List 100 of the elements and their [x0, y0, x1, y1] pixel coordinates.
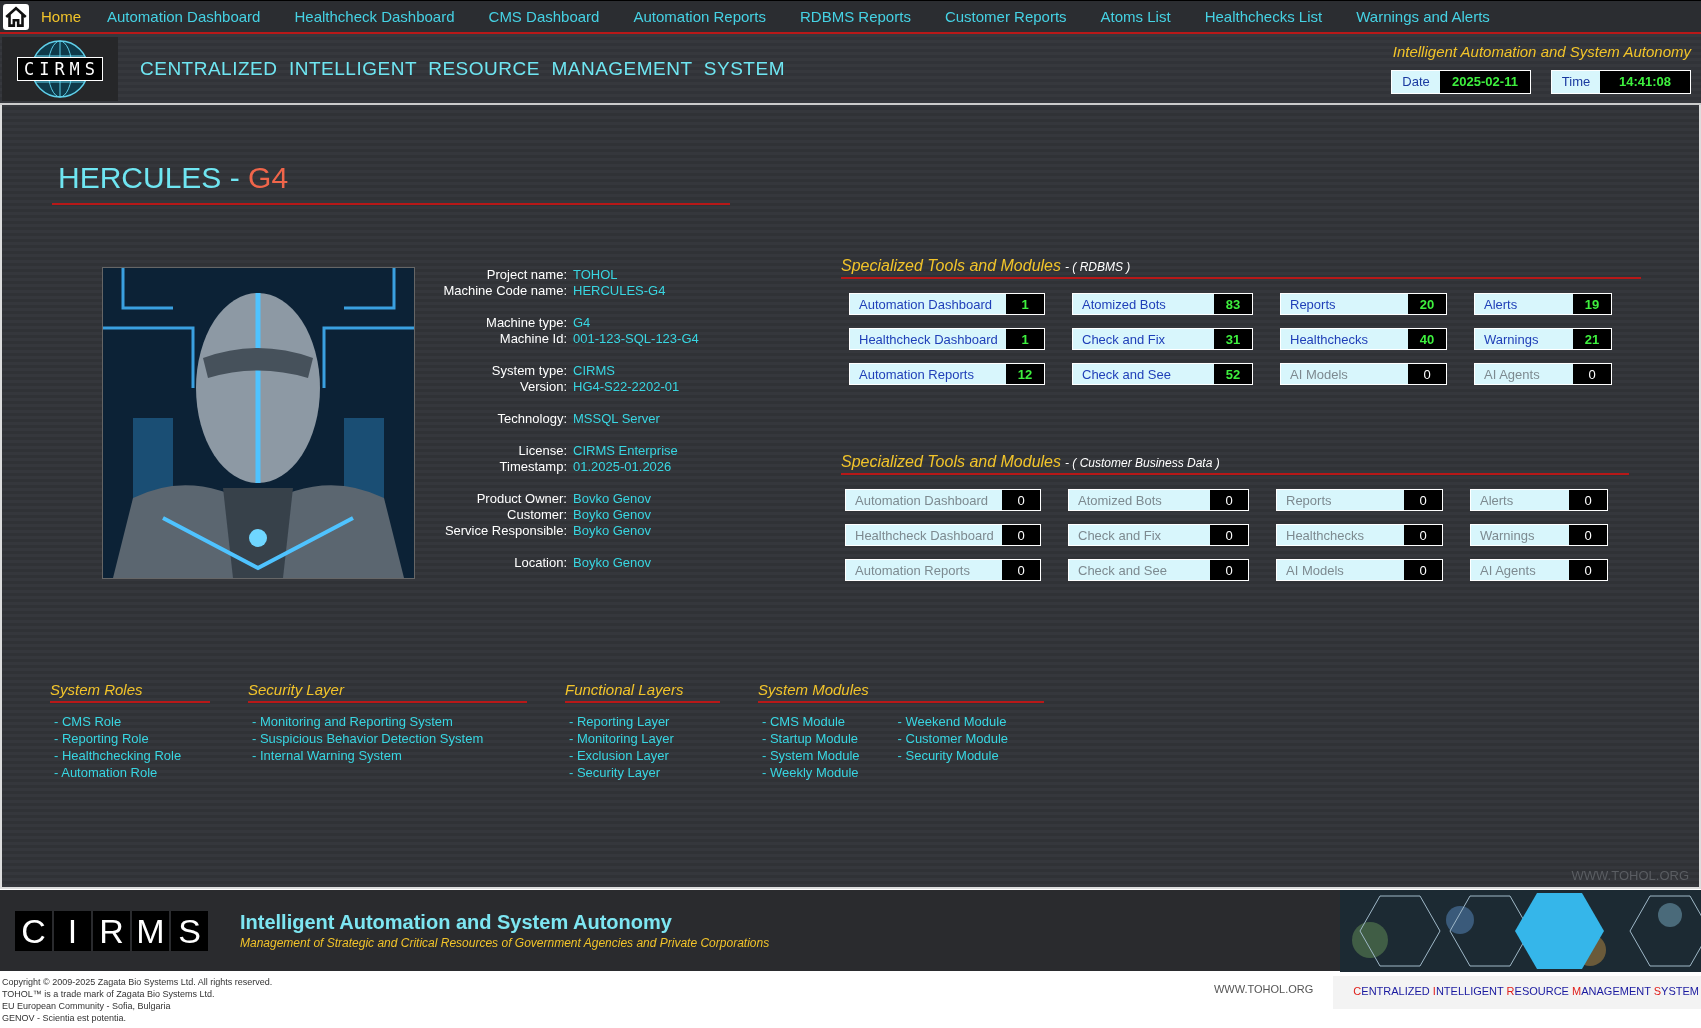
list-link[interactable]: - Monitoring and Reporting System: [252, 713, 484, 730]
info-value: 01.2025-01.2026: [573, 459, 672, 475]
info-label: Version:: [519, 379, 567, 395]
module-tile[interactable]: Check and Fix 31: [1072, 328, 1253, 350]
info-value: TOHOL: [573, 267, 618, 283]
cirms-logo: CIRMS: [2, 36, 118, 101]
info-value: Bovko Genov: [573, 491, 652, 507]
module-tile[interactable]: Warnings 0: [1470, 524, 1608, 546]
info-label: License:: [517, 443, 567, 459]
info-value: MSSQL Server: [573, 411, 660, 427]
info-value: HERCULES-G4: [573, 283, 666, 299]
info-label: Product Owner:: [475, 491, 567, 507]
list-link[interactable]: - Weekly Module: [762, 764, 860, 781]
info-value: G4: [573, 315, 591, 331]
module-tile[interactable]: Automation Dashboard 0: [845, 489, 1041, 511]
module-tile[interactable]: Healthcheck Dashboard 0: [845, 524, 1041, 546]
home-icon[interactable]: [3, 3, 29, 30]
list-link[interactable]: - Internal Warning System: [252, 747, 484, 764]
logo-letter: C: [15, 910, 52, 951]
module-tile[interactable]: AI Agents 0: [1474, 363, 1612, 385]
section-title: Specialized Tools and Modules: [841, 453, 1061, 470]
module-tile[interactable]: Alerts 19: [1474, 293, 1612, 315]
list-link[interactable]: - Reporting Layer: [569, 713, 674, 730]
logo-letter: R: [93, 910, 130, 951]
info-label: System type:: [490, 363, 567, 379]
module-tile[interactable]: AI Models 0: [1276, 559, 1443, 581]
nav-link[interactable]: Automation Reports: [633, 8, 766, 25]
list-link[interactable]: - Startup Module: [762, 730, 860, 747]
nav-link[interactable]: CMS Dashboard: [488, 8, 600, 25]
nav-link[interactable]: RDBMS Reports: [800, 8, 911, 25]
info-value: 001-123-SQL-123-G4: [573, 331, 699, 347]
info-value: Boyko Genov: [573, 507, 652, 523]
site-address: WWW.TOHOL.ORG: [1213, 983, 1314, 995]
nav-link[interactable]: Home: [41, 8, 81, 25]
module-tile[interactable]: Reports 0: [1276, 489, 1443, 511]
module-tile[interactable]: AI Agents 0: [1470, 559, 1608, 581]
module-tile[interactable]: Healthchecks 0: [1276, 524, 1443, 546]
info-value: Boyko Genov: [573, 523, 652, 539]
nav-link[interactable]: Atoms List: [1100, 8, 1171, 25]
module-tile[interactable]: Healthchecks 40: [1280, 328, 1447, 350]
copyright-line: TOHOL™ is a trade mark of Zagata Bio Systems Ltd.: [2, 988, 216, 1000]
list-heading: System Modules: [758, 681, 1044, 703]
info-value: Boyko Genov: [573, 555, 652, 571]
info-label: Machine Id:: [498, 331, 567, 347]
module-tile[interactable]: Check and Fix 0: [1068, 524, 1249, 546]
module-tile[interactable]: Reports 20: [1280, 293, 1447, 315]
copyright-line: GENOV - Scientia est potentia.: [2, 1012, 128, 1024]
list-link[interactable]: - Customer Module: [897, 730, 1009, 747]
module-tile[interactable]: Check and See 52: [1072, 363, 1253, 385]
section-subtitle: - ( RDBMS ): [1065, 260, 1131, 274]
info-label: Project name:: [485, 267, 567, 283]
logo-letter: M: [132, 910, 169, 951]
list-link[interactable]: - Monitoring Layer: [569, 730, 674, 747]
info-label: Technology:: [496, 411, 567, 427]
module-tile[interactable]: AI Models 0: [1280, 363, 1447, 385]
nav-link[interactable]: Healthcheck Dashboard: [294, 8, 455, 25]
module-tile[interactable]: Alerts 0: [1470, 489, 1608, 511]
date-display: Date 2025-02-11: [1391, 70, 1531, 94]
module-tile[interactable]: Automation Dashboard 1: [849, 293, 1045, 315]
section-subtitle: - ( Customer Business Data ): [1065, 456, 1220, 470]
nav-link[interactable]: Automation Dashboard: [107, 8, 261, 25]
module-tile[interactable]: Automation Reports 12: [849, 363, 1045, 385]
module-tile[interactable]: Check and See 0: [1068, 559, 1249, 581]
info-label: Location:: [513, 555, 567, 571]
list-link[interactable]: - Suspicious Behavior Detection System: [252, 730, 484, 747]
list-link[interactable]: - Exclusion Layer: [569, 747, 674, 764]
list-link[interactable]: - Security Module: [897, 747, 1009, 764]
logo-letter: I: [54, 910, 91, 951]
list-heading: Security Layer: [248, 681, 527, 703]
info-value: HG4-S22-2202-01: [573, 379, 680, 395]
copyright-line: EU European Community - Sofia, Bulgaria: [2, 1000, 172, 1012]
info-label: Service Responsible:: [443, 523, 567, 539]
slogan: Intelligent Automation and System Autonomy: [1392, 43, 1691, 60]
footer-slogan: Intelligent Automation and System Autonomy: [240, 911, 673, 934]
list-link[interactable]: - Healthchecking Role: [54, 747, 182, 764]
list-link[interactable]: - Automation Role: [54, 764, 182, 781]
list-link[interactable]: - CMS Module: [762, 713, 860, 730]
list-link[interactable]: - Weekend Module: [897, 713, 1009, 730]
list-heading: Functional Layers: [565, 681, 720, 703]
module-tile[interactable]: Atomized Bots 0: [1068, 489, 1249, 511]
info-label: Machine Code name:: [442, 283, 567, 299]
module-tile[interactable]: Warnings 21: [1474, 328, 1612, 350]
list-link[interactable]: - CMS Role: [54, 713, 182, 730]
nav-link[interactable]: Warnings and Alerts: [1356, 8, 1490, 25]
list-link[interactable]: - Reporting Role: [54, 730, 182, 747]
machine-heading: HERCULES - G4: [52, 161, 730, 205]
module-tile[interactable]: Healthcheck Dashboard 1: [849, 328, 1045, 350]
nav-link[interactable]: Customer Reports: [944, 8, 1067, 25]
info-value: CIRMS: [573, 363, 615, 379]
info-label: Timestamp:: [498, 459, 567, 475]
module-tile[interactable]: Automation Reports 0: [845, 559, 1041, 581]
nav-link[interactable]: Healthchecks List: [1204, 8, 1323, 25]
info-label: Machine type:: [485, 315, 567, 331]
logo-letter: S: [171, 910, 208, 951]
section-title: Specialized Tools and Modules: [841, 257, 1061, 274]
module-tile[interactable]: Atomized Bots 83: [1072, 293, 1253, 315]
time-display: Time 14:41:08: [1551, 70, 1691, 94]
list-link[interactable]: - Security Layer: [569, 764, 674, 781]
list-link[interactable]: - System Module: [762, 747, 860, 764]
list-heading: System Roles: [50, 681, 210, 703]
